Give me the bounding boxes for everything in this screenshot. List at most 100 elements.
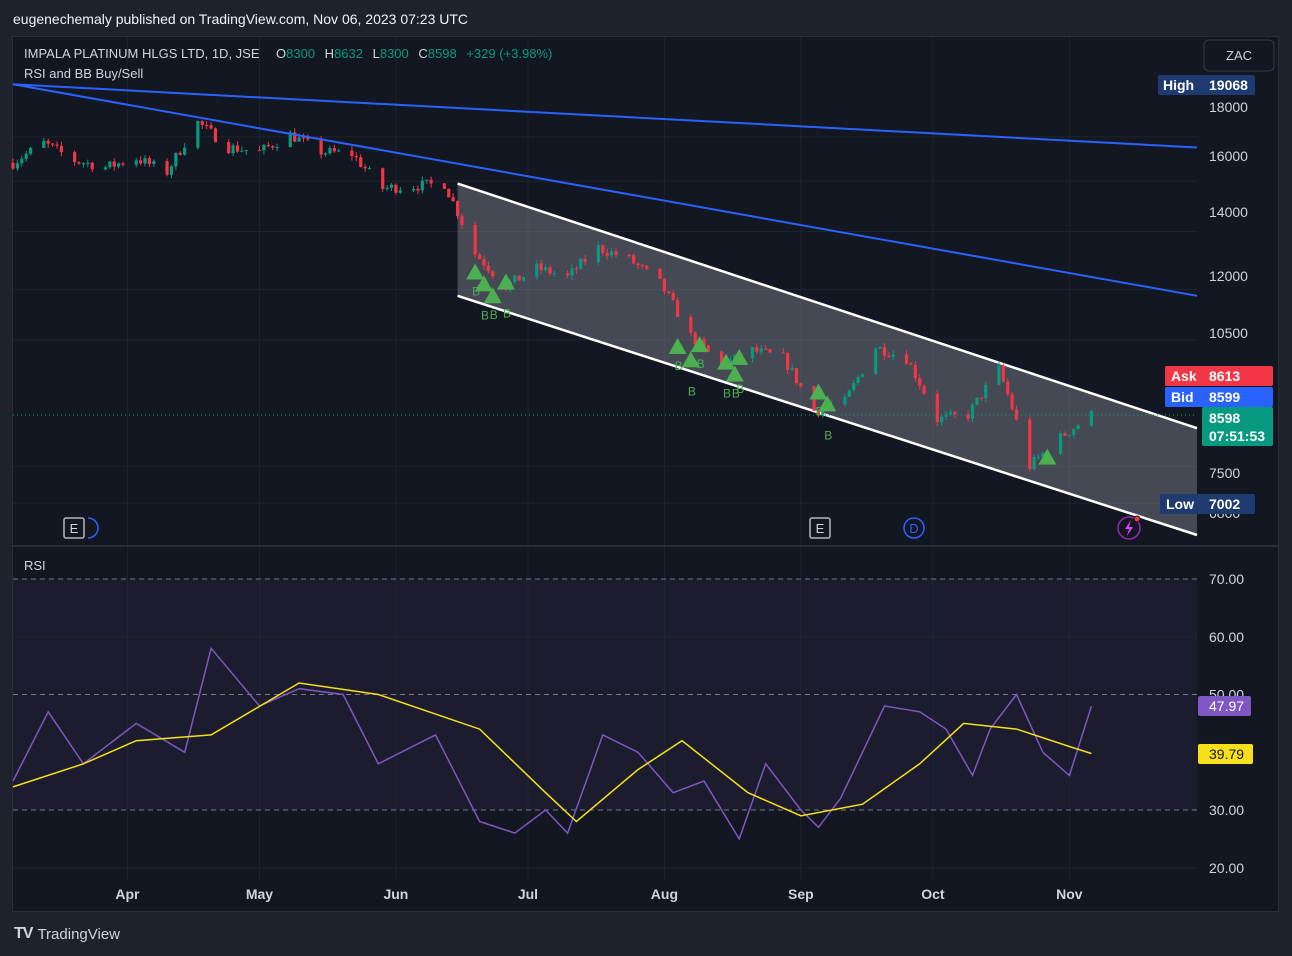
candle-body (420, 180, 424, 191)
bid-marker: Bid 8599 (1165, 387, 1273, 407)
candle-body (152, 161, 156, 164)
buy-signal-label: B (723, 387, 731, 401)
candle-body (319, 139, 323, 155)
candle-body (636, 263, 640, 266)
candle-body (165, 161, 169, 175)
candle-body (1076, 425, 1080, 430)
event-badge-label: D (909, 521, 918, 536)
candle-body (297, 137, 301, 142)
candle-body (790, 368, 794, 370)
event-badge-label: E (70, 521, 79, 536)
candle-body (359, 157, 363, 167)
candle-body (460, 216, 464, 225)
candle-body (271, 146, 275, 148)
tradingview-brand: TradingView (37, 925, 120, 943)
buy-signal-label: B (675, 359, 683, 373)
time-axis-tick: Sep (788, 886, 814, 902)
tradingview-footer[interactable]: TV TradingView (14, 925, 120, 943)
time-axis-tick: Jun (383, 886, 408, 902)
candle-body (913, 364, 917, 379)
legend-ohlc: O8300 H8632 L8300 C8598 +329 (+3.98%) (276, 46, 552, 61)
candle-body (517, 275, 521, 281)
candle-body (887, 355, 891, 357)
candle-body (482, 259, 486, 266)
candle-body (786, 353, 790, 370)
alert-lightning-icon[interactable] (1117, 515, 1141, 540)
candle-body (627, 255, 631, 257)
candle-body (389, 184, 394, 188)
candle-body (59, 145, 64, 153)
candle-body (385, 187, 389, 189)
candle-body (948, 412, 953, 415)
candle-body (794, 368, 799, 384)
time-axis-tick: May (246, 886, 273, 902)
currency-button[interactable]: ZAC (1203, 39, 1275, 72)
candle-body (953, 412, 957, 415)
buy-signal-label: B (688, 384, 696, 398)
time-axis-tick: Jul (518, 886, 538, 902)
candle-body (909, 363, 913, 365)
candle-body (605, 252, 609, 256)
candle-body (764, 348, 768, 350)
candle-body (689, 316, 693, 333)
event-badge-dividend[interactable]: D (903, 517, 925, 539)
candle-body (55, 144, 59, 146)
buy-signal-label: B (503, 306, 511, 320)
candle-body (632, 255, 636, 264)
high-marker-label: High (1163, 77, 1194, 93)
candle-body (539, 263, 543, 271)
candle-body (205, 124, 209, 126)
candle-body (543, 267, 548, 271)
candle-body (513, 275, 517, 283)
candle-body (266, 144, 270, 147)
candle-body (51, 143, 55, 145)
candle-body (416, 188, 420, 191)
candle-body (574, 268, 578, 270)
candle-body (1089, 411, 1093, 426)
chart-canvas[interactable]: BB B BBBBB BBBB 180001600014000120001050075… (0, 0, 1292, 956)
candle-body (750, 347, 755, 359)
rsi-value-marker: 47.97 (1198, 696, 1251, 716)
candle-body (337, 150, 341, 152)
candle-body (491, 271, 495, 277)
candle-body (213, 128, 218, 143)
candle-body (381, 168, 385, 189)
price-axis-tick: 16000 (1209, 148, 1248, 164)
candle-body (768, 349, 772, 353)
candle-body (367, 168, 372, 170)
candle-body (328, 148, 332, 154)
candle-body (108, 161, 112, 168)
candle-body (46, 140, 50, 144)
candle-body (451, 197, 455, 202)
last-price-marker: 8598 07:51:53 (1202, 407, 1273, 446)
candle-body (570, 268, 574, 276)
candle-body (843, 396, 847, 405)
candle-body (1006, 381, 1010, 395)
candle-body (676, 300, 680, 317)
candle-body (847, 390, 851, 397)
candle-body (579, 259, 583, 270)
rsi-ma-value-marker: 39.79 (1198, 744, 1253, 764)
candle-body (398, 190, 402, 193)
candle-body (350, 150, 354, 157)
price-axis-tick: 14000 (1209, 204, 1248, 220)
candle-body (257, 150, 262, 152)
candle-body (174, 152, 178, 167)
candle-body (86, 162, 90, 164)
candle-body (975, 397, 979, 405)
candle-body (874, 348, 878, 374)
rsi-axis-tick: 20.00 (1209, 860, 1244, 876)
price-axis-tick: 7500 (1209, 465, 1240, 481)
candle-body (1067, 434, 1071, 436)
price-axis-tick: 10500 (1209, 325, 1248, 341)
candle-body (231, 145, 235, 154)
buy-signal-label: B (490, 308, 498, 322)
high-marker-value: 19068 (1209, 77, 1248, 93)
buy-signal-label: B (736, 382, 744, 396)
event-badge-earnings-1[interactable]: E (63, 517, 99, 539)
candle-body (442, 183, 446, 189)
buy-signal-label: B (481, 308, 489, 322)
event-badge-earnings-2[interactable]: E (809, 517, 831, 539)
candle-body (24, 153, 28, 160)
candle-body (596, 245, 600, 262)
